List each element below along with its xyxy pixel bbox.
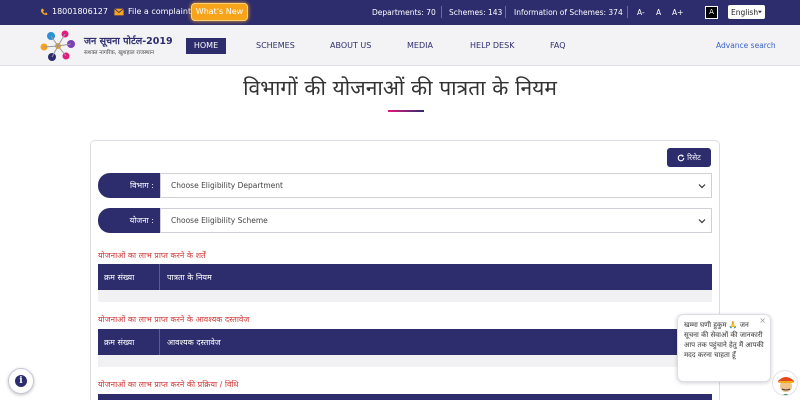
department-label: विभाग : — [98, 173, 162, 198]
chat-message: खम्मा घणी हुकुम 🙏 जन सूचना की सेवाओं की … — [684, 321, 764, 359]
contrast-label: A — [706, 7, 717, 18]
nav-help-desk[interactable]: HELP DESK — [470, 41, 514, 50]
department-placeholder: Choose Eligibility Department — [171, 181, 283, 190]
whats-new-button[interactable]: What's New — [191, 3, 248, 21]
phone-icon — [40, 8, 48, 15]
title-underline — [388, 110, 424, 112]
advance-search-link[interactable]: Advance search — [716, 41, 776, 50]
serial-number-header: क्रम संख्या — [98, 329, 160, 355]
nav-home[interactable]: HOME — [186, 38, 226, 54]
documents-table-header: क्रम संख्या आवश्यक दस्तावेज — [98, 329, 712, 355]
nav-about-us[interactable]: ABOUT US — [330, 41, 371, 50]
mail-icon — [114, 7, 124, 15]
chat-bubble[interactable]: × खम्मा घणी हुकुम 🙏 जन सूचना की सेवाओं क… — [677, 314, 771, 382]
eligibility-rules-header: पात्रता के नियम — [167, 272, 212, 282]
logo-subtitle: सशक्त नागरिक, खुशहाल राजस्थान — [84, 50, 155, 56]
helpline[interactable]: 18001806127 — [40, 7, 108, 16]
conditions-section-title: योजनाओं का लाभ प्राप्त करने के शर्तें — [98, 251, 206, 260]
schemes-count[interactable]: Schemes: 143 — [449, 8, 502, 17]
chat-close-icon[interactable]: × — [759, 316, 766, 326]
logo-title: जन सूचना पोर्टल-2019 — [84, 36, 173, 47]
process-table-header — [98, 394, 712, 400]
serial-number-header: क्रम संख्या — [98, 264, 160, 290]
process-section-title: योजनाओं का लाभ प्राप्त करने की प्रक्रिया… — [98, 380, 239, 389]
scheme-label: योजना : — [98, 208, 162, 233]
conditions-table-header: क्रम संख्या पात्रता के नियम — [98, 264, 712, 290]
complaint-link[interactable]: File a complaint — [114, 7, 191, 16]
scheme-select[interactable]: Choose Eligibility Scheme — [160, 208, 712, 233]
complaint-label: File a complaint — [128, 7, 192, 16]
chatbot-avatar-icon[interactable] — [772, 370, 798, 396]
nav-faq[interactable]: FAQ — [550, 41, 566, 50]
reset-button[interactable]: रिसेट — [667, 148, 711, 167]
language-select[interactable]: English — [728, 5, 765, 19]
language-value: English — [731, 7, 759, 17]
chevron-down-icon — [758, 10, 762, 14]
info-schemes-count[interactable]: Information of Schemes: 374 — [514, 8, 623, 17]
top-bar: 18001806127 File a complaint What's New … — [0, 0, 800, 25]
chevron-down-icon — [698, 219, 706, 224]
font-normal-button[interactable]: A — [656, 8, 661, 17]
required-documents-header: आवश्यक दस्तावेज — [167, 337, 221, 347]
page-title: विभागों की योजनाओं की पात्रता के नियम — [243, 76, 557, 100]
documents-section-title: योजनाओं का लाभ प्राप्त करने के आवश्यक दस… — [98, 315, 250, 324]
nav-media[interactable]: MEDIA — [407, 41, 433, 50]
font-increase-button[interactable]: A+ — [672, 8, 683, 17]
info-button[interactable]: i — [8, 368, 34, 394]
nav-schemes[interactable]: SCHEMES — [256, 41, 295, 50]
refresh-icon — [677, 153, 685, 161]
departments-count[interactable]: Departments: 70 — [372, 8, 436, 17]
scheme-placeholder: Choose Eligibility Scheme — [171, 216, 268, 225]
main-header: जन सूचना पोर्टल-2019 सशक्त नागरिक, खुशहा… — [0, 25, 800, 66]
info-icon: i — [15, 375, 27, 387]
contrast-toggle[interactable]: A — [705, 6, 718, 19]
portal-logo-icon[interactable] — [38, 28, 78, 64]
reset-label: रिसेट — [687, 152, 701, 162]
table-row — [98, 290, 712, 302]
font-decrease-button[interactable]: A- — [637, 8, 645, 17]
department-select[interactable]: Choose Eligibility Department — [160, 173, 712, 198]
phone-number: 18001806127 — [52, 7, 108, 16]
table-row — [98, 355, 712, 367]
chevron-down-icon — [698, 184, 706, 189]
